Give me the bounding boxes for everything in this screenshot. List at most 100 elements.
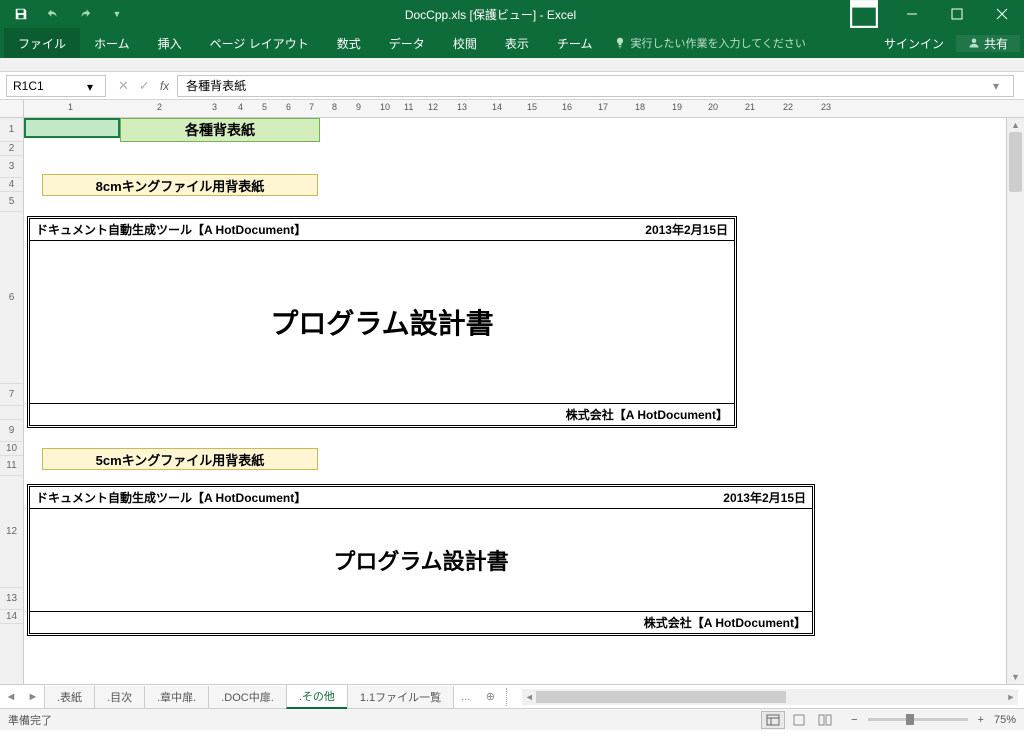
column-header[interactable]: 8 <box>332 102 337 112</box>
row-header[interactable]: 2 <box>0 142 23 156</box>
row-header[interactable]: 14 <box>0 610 23 624</box>
qat-customize-button[interactable]: ▼ <box>102 2 132 26</box>
formula-input[interactable]: 各種背表紙 ▾ <box>177 75 1014 97</box>
page-break-view-button[interactable] <box>813 711 837 729</box>
sign-in-button[interactable]: サインイン <box>872 35 956 52</box>
close-button[interactable] <box>979 0 1024 28</box>
column-header[interactable]: 4 <box>238 102 243 112</box>
tell-me-search[interactable]: 実行したい作業を入力してください <box>606 35 813 51</box>
sheet-nav-prev-button[interactable]: ◄ <box>0 685 22 709</box>
row-header[interactable]: 6 <box>0 212 23 384</box>
sheet-canvas[interactable]: 各種背表紙 8cmキングファイル用背表紙 ドキュメント自動生成ツール【A Hot… <box>24 118 1006 684</box>
tab-file[interactable]: ファイル <box>4 28 80 58</box>
sheet-nav-next-button[interactable]: ► <box>22 685 44 709</box>
row-headers[interactable]: 123456791011121314 <box>0 118 24 684</box>
zoom-in-button[interactable]: + <box>974 714 988 726</box>
tab-view[interactable]: 表示 <box>491 28 543 58</box>
scroll-right-button[interactable]: ► <box>1004 692 1018 702</box>
hscroll-track[interactable] <box>536 690 1004 704</box>
row-header[interactable]: 4 <box>0 178 23 192</box>
tab-formulas[interactable]: 数式 <box>323 28 375 58</box>
sheet-tab[interactable]: .目次 <box>94 686 145 709</box>
normal-view-button[interactable] <box>761 711 785 729</box>
minimize-button[interactable] <box>889 0 934 28</box>
maximize-button[interactable] <box>934 0 979 28</box>
enter-formula-button[interactable]: ✓ <box>139 78 150 94</box>
sheet-tab[interactable]: .章中扉. <box>144 686 209 709</box>
page-layout-view-button[interactable] <box>787 711 811 729</box>
vscroll-thumb[interactable] <box>1009 132 1022 192</box>
cell-subtitle-5cm[interactable]: 5cmキングファイル用背表紙 <box>42 448 318 470</box>
scroll-down-button[interactable]: ▼ <box>1007 670 1024 684</box>
redo-button[interactable] <box>70 2 100 26</box>
doc-company: 株式会社【A HotDocument】 <box>30 403 734 425</box>
column-header[interactable]: 14 <box>492 102 502 112</box>
insert-function-button[interactable]: fx <box>160 79 169 93</box>
scroll-up-button[interactable]: ▲ <box>1007 118 1024 132</box>
new-sheet-button[interactable]: ⊕ <box>478 690 502 703</box>
vertical-scrollbar[interactable]: ▲ ▼ <box>1006 118 1024 684</box>
horizontal-scrollbar[interactable]: ◄ ► <box>522 689 1018 705</box>
scroll-left-button[interactable]: ◄ <box>522 692 536 702</box>
undo-button[interactable] <box>38 2 68 26</box>
column-header[interactable]: 9 <box>356 102 361 112</box>
row-header[interactable]: 3 <box>0 156 23 178</box>
column-header[interactable]: 1 <box>68 102 73 112</box>
column-header[interactable]: 15 <box>527 102 537 112</box>
sheet-tab[interactable]: .その他 <box>286 685 348 709</box>
row-header[interactable]: 7 <box>0 384 23 406</box>
zoom-slider[interactable] <box>868 718 968 721</box>
save-button[interactable] <box>6 2 36 26</box>
sheet-tab[interactable]: .表紙 <box>44 686 95 709</box>
row-header[interactable]: 12 <box>0 476 23 588</box>
cell-subtitle-8cm[interactable]: 8cmキングファイル用背表紙 <box>42 174 318 196</box>
column-header[interactable]: 19 <box>672 102 682 112</box>
tab-scroll-separator[interactable] <box>506 688 512 706</box>
zoom-out-button[interactable]: − <box>847 714 861 726</box>
column-header[interactable]: 2 <box>157 102 162 112</box>
column-header[interactable]: 5 <box>262 102 267 112</box>
column-header[interactable]: 7 <box>309 102 314 112</box>
zoom-slider-knob[interactable] <box>906 714 914 725</box>
tab-data[interactable]: データ <box>375 28 439 58</box>
sheet-tab[interactable]: 1.1ファイル一覧 <box>347 686 454 709</box>
column-header[interactable]: 16 <box>562 102 572 112</box>
column-header[interactable]: 18 <box>635 102 645 112</box>
column-header[interactable]: 10 <box>380 102 390 112</box>
row-header[interactable]: 13 <box>0 588 23 610</box>
hscroll-thumb[interactable] <box>536 691 786 703</box>
column-header[interactable]: 3 <box>212 102 217 112</box>
cell-main-title[interactable]: 各種背表紙 <box>120 118 320 142</box>
tab-review[interactable]: 校閲 <box>439 28 491 58</box>
column-header[interactable]: 12 <box>428 102 438 112</box>
row-header[interactable] <box>0 406 23 420</box>
tab-insert[interactable]: 挿入 <box>144 28 196 58</box>
select-all-corner[interactable] <box>0 100 24 117</box>
row-header[interactable]: 1 <box>0 118 23 142</box>
row-header[interactable]: 5 <box>0 192 23 212</box>
column-header[interactable]: 17 <box>598 102 608 112</box>
column-header[interactable]: 13 <box>457 102 467 112</box>
column-header[interactable]: 6 <box>286 102 291 112</box>
worksheet-grid[interactable]: 123456791011121314 各種背表紙 8cmキングファイル用背表紙 … <box>0 118 1024 684</box>
tab-home[interactable]: ホーム <box>80 28 144 58</box>
name-box[interactable]: R1C1 ▾ <box>6 75 106 97</box>
sheet-tabs-overflow[interactable]: ... <box>453 691 478 703</box>
column-header[interactable]: 21 <box>745 102 755 112</box>
expand-formula-bar-button[interactable]: ▾ <box>993 79 1005 93</box>
column-header[interactable]: 23 <box>821 102 831 112</box>
column-header[interactable]: 22 <box>783 102 793 112</box>
sheet-tab[interactable]: .DOC中扉. <box>208 686 287 709</box>
row-header[interactable]: 11 <box>0 456 23 476</box>
row-header[interactable]: 10 <box>0 442 23 456</box>
tab-page-layout[interactable]: ページ レイアウト <box>196 28 323 58</box>
column-header[interactable]: 11 <box>404 102 413 112</box>
tab-team[interactable]: チーム <box>543 28 607 58</box>
column-header[interactable]: 20 <box>708 102 718 112</box>
share-button[interactable]: 共有 <box>956 35 1020 52</box>
document-box-5cm: ドキュメント自動生成ツール【A HotDocument】 2013年2月15日 … <box>27 484 815 636</box>
ribbon-display-options-button[interactable] <box>849 0 879 28</box>
cancel-formula-button[interactable]: ✕ <box>118 78 129 94</box>
row-header[interactable]: 9 <box>0 420 23 442</box>
zoom-level[interactable]: 75% <box>994 714 1016 726</box>
